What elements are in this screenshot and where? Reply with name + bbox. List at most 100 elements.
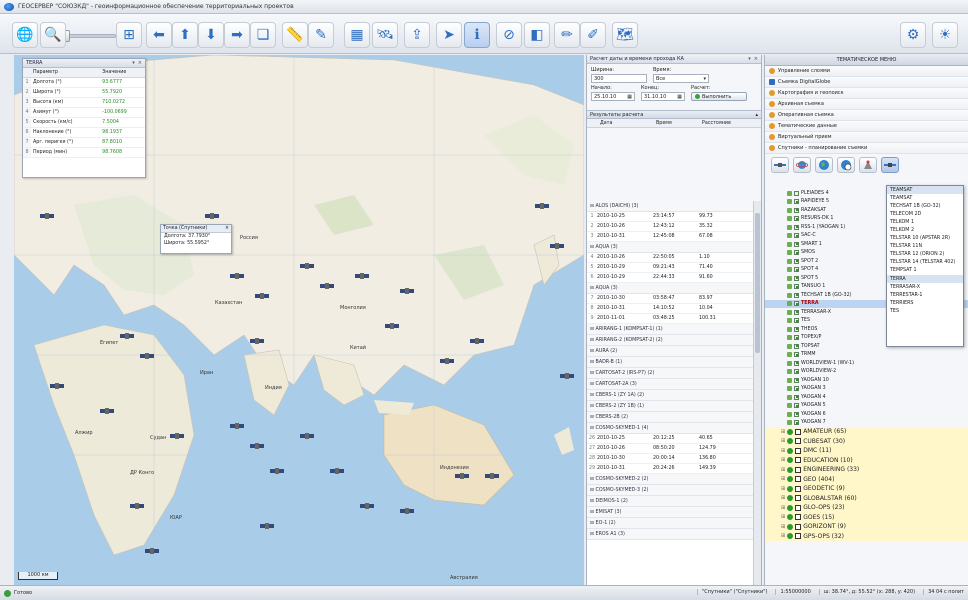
tree-group[interactable]: ⊞ GEO (404) xyxy=(765,474,968,484)
send-button[interactable]: ➤ xyxy=(436,22,462,48)
result-group[interactable]: ⊟ COSMO-SKYMED-1 (4) xyxy=(587,423,755,434)
result-group[interactable]: ⊟ AQUA (3) xyxy=(587,283,755,294)
satellite-marker[interactable] xyxy=(40,210,54,222)
dropdown-option[interactable]: TERRASAR-X xyxy=(887,283,963,291)
result-group[interactable]: ⊟ ALOS (DAICHI) (3) xyxy=(587,201,755,212)
results-scrollbar[interactable] xyxy=(753,201,761,585)
theme-menu-item[interactable]: Оперативная съемка xyxy=(765,110,968,121)
tree-checkbox[interactable] xyxy=(794,318,799,324)
globe-time-tool-button[interactable] xyxy=(837,157,855,173)
satellite-marker[interactable] xyxy=(355,270,369,282)
satellite-marker[interactable] xyxy=(230,270,244,282)
tree-group[interactable]: ⊞ GLOBALSTAR (60) xyxy=(765,493,968,503)
tree-checkbox[interactable] xyxy=(794,394,799,400)
satellite-marker[interactable] xyxy=(385,320,399,332)
satellite-marker[interactable] xyxy=(400,285,414,297)
tree-checkbox[interactable] xyxy=(794,216,799,222)
satellite-marker[interactable] xyxy=(260,520,274,532)
tree-item[interactable]: YAOGAN 4 xyxy=(765,393,968,402)
result-row[interactable]: 9 2010-11-01 03:48:25 100.31 xyxy=(587,314,755,324)
theme-menu-item[interactable]: Виртуальный прием xyxy=(765,132,968,143)
theme-menu-item[interactable]: Съемка DigitalGlobe xyxy=(765,77,968,88)
tree-checkbox[interactable] xyxy=(794,369,799,375)
col-time-header[interactable]: Время xyxy=(653,121,699,126)
result-row[interactable]: 29 2010-10-31 20:24:26 149.39 xyxy=(587,464,755,474)
tree-item[interactable]: YAOGAN 7 xyxy=(765,419,968,428)
result-group[interactable]: ⊟ CARTOSAT-2A (3) xyxy=(587,379,755,390)
table-row[interactable]: 5 Скорость (км/с) 7.5004 xyxy=(23,117,145,128)
expand-icon[interactable]: ⊞ xyxy=(781,467,785,473)
tree-checkbox[interactable] xyxy=(794,326,799,332)
map-edit-button[interactable]: ✐ xyxy=(580,22,606,48)
result-row[interactable]: 6 2010-10-29 22:44:33 91.60 xyxy=(587,273,755,283)
satellite-marker[interactable] xyxy=(140,350,154,362)
satellite-marker[interactable] xyxy=(120,330,134,342)
theme-menu-item[interactable]: Тематические данные xyxy=(765,121,968,132)
table-row[interactable]: 4 Азимут (°) -100.0699 xyxy=(23,107,145,118)
satellite-marker[interactable] xyxy=(550,240,564,252)
expand-icon[interactable]: ⊞ xyxy=(781,495,785,501)
grid-button[interactable]: ▦ xyxy=(344,22,370,48)
satellite-marker[interactable] xyxy=(100,405,114,417)
result-group[interactable]: ⊟ CBERS-1 (ZY 1A) (2) xyxy=(587,390,755,401)
results-scroll-thumb[interactable] xyxy=(755,213,760,353)
satellite-marker[interactable] xyxy=(360,500,374,512)
dropdown-option[interactable]: TERRESTAR-1 xyxy=(887,291,963,299)
table-row[interactable]: 6 Наклонение (°) 98.1937 xyxy=(23,127,145,138)
result-row[interactable]: 4 2010-10-26 22:50:05 1.10 xyxy=(587,253,755,263)
tree-checkbox[interactable] xyxy=(794,190,799,196)
tree-checkbox[interactable] xyxy=(794,301,799,307)
group-checkbox[interactable] xyxy=(795,457,802,464)
tree-item[interactable]: YAOGAN 6 xyxy=(765,410,968,419)
expand-icon[interactable]: ⊞ xyxy=(781,524,785,530)
table-row[interactable]: 2 Широта (°) 55.7920 xyxy=(23,87,145,98)
config-button[interactable]: ⚙ xyxy=(900,22,926,48)
satellite-marker[interactable] xyxy=(320,280,334,292)
tree-checkbox[interactable] xyxy=(794,199,799,205)
satellite-marker[interactable] xyxy=(145,545,159,557)
tree-checkbox[interactable] xyxy=(794,224,799,230)
tree-checkbox[interactable] xyxy=(794,258,799,264)
antenna-tool-button[interactable] xyxy=(859,157,877,173)
satellite-marker[interactable] xyxy=(470,335,484,347)
export-button[interactable]: ⇪ xyxy=(404,22,430,48)
calendar-icon[interactable]: ▦ xyxy=(627,94,632,100)
result-group[interactable]: ⊟ CARTOSAT-2 (IRS-P7) (2) xyxy=(587,368,755,379)
expand-icon[interactable]: ⊞ xyxy=(781,438,785,444)
table-row[interactable]: 3 Высота (км) 710.0272 xyxy=(23,97,145,108)
expand-icon[interactable]: ⊞ xyxy=(781,429,785,435)
tree-checkbox[interactable] xyxy=(794,233,799,239)
dropdown-option[interactable]: TELSTAR 12 (ORION 2) xyxy=(887,251,963,259)
result-group[interactable]: ⊟ AURA (2) xyxy=(587,346,755,357)
group-checkbox[interactable] xyxy=(795,485,802,492)
result-group[interactable]: ⊟ CBERS-2B (2) xyxy=(587,412,755,423)
dropdown-option[interactable]: TELKOM 2 xyxy=(887,226,963,234)
group-checkbox[interactable] xyxy=(795,476,802,483)
map-button[interactable]: 🗺 xyxy=(612,22,638,48)
collapse-icon[interactable]: ▴ xyxy=(755,112,758,118)
tree-checkbox[interactable] xyxy=(794,343,799,349)
satellite-params-panel[interactable]: TERRA ▾ × Параметр Значение 1 Долгота (°) 9… xyxy=(22,58,146,178)
dropdown-option[interactable]: TELKOM 1 xyxy=(887,218,963,226)
tree-group[interactable]: ⊞ GEODETIC (9) xyxy=(765,484,968,494)
tree-checkbox[interactable] xyxy=(794,411,799,417)
result-row[interactable]: 8 2010-10-31 14:10:52 10.04 xyxy=(587,304,755,314)
tree-item[interactable]: YAOGAN 3 xyxy=(765,385,968,394)
tree-checkbox[interactable] xyxy=(794,207,799,213)
satellite-marker[interactable] xyxy=(255,290,269,302)
theme-menu-item[interactable]: Архивная съемка xyxy=(765,99,968,110)
zoom-extent-button[interactable]: ⊞ xyxy=(116,22,142,48)
result-row[interactable]: 1 2010-10-25 23:14:57 99.73 xyxy=(587,212,755,222)
result-group[interactable]: ⊟ EROS A1 (3) xyxy=(587,529,755,540)
table-row[interactable]: 8 Период (мин) 98.7608 xyxy=(23,147,145,158)
dropdown-option[interactable]: TES xyxy=(887,307,963,315)
tree-group[interactable]: ⊞ CUBESAT (30) xyxy=(765,436,968,446)
dropdown-option[interactable]: TERRA xyxy=(887,275,963,284)
result-row[interactable]: 2 2010-10-26 12:43:12 35.32 xyxy=(587,222,755,232)
arrow-down-button[interactable]: ⬇ xyxy=(198,22,224,48)
result-row[interactable]: 26 2010-10-25 20:12:25 40.65 xyxy=(587,434,755,444)
execute-button[interactable]: Выполнить xyxy=(691,92,747,101)
result-group[interactable]: ⊟ EMISAT (3) xyxy=(587,507,755,518)
satellite-marker[interactable] xyxy=(230,420,244,432)
results-list[interactable]: ⊟ ALOS (DAICHI) (3) 1 2010-10-25 23:14:57 99… xyxy=(587,201,755,585)
